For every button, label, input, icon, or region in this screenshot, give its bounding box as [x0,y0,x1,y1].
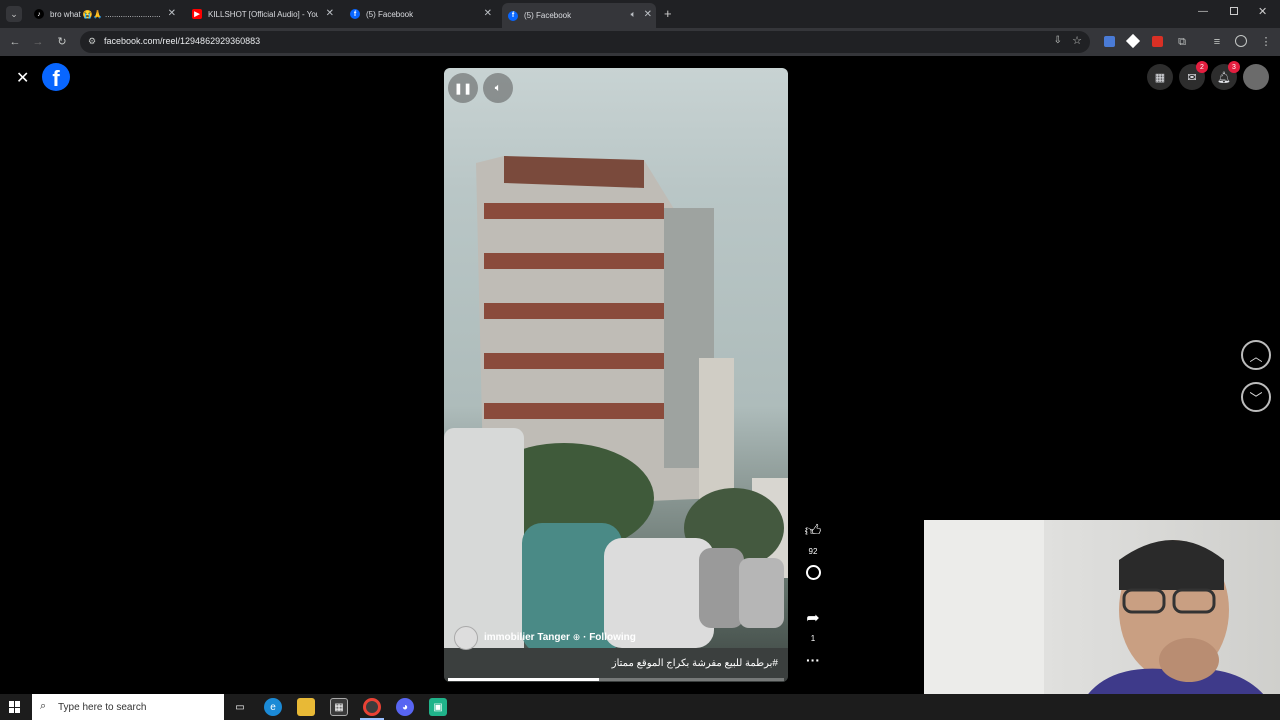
notifications-bell-icon[interactable]: 🔔︎ 3 [1211,61,1240,90]
volume-button[interactable]: 🔈︎ [483,73,513,103]
comment-action[interactable] [800,565,826,585]
author-name[interactable]: immobilier Tanger [484,632,570,643]
bookmark-star-icon[interactable]: ☆ [1072,34,1082,47]
tab-title: (5) Facebook [366,9,414,19]
windows-start-icon[interactable] [9,701,21,713]
file-explorer-icon[interactable] [297,698,315,716]
author-row: immobilier Tanger ⊕ · Following [484,632,636,643]
back-icon[interactable]: ← [9,36,21,48]
edge-icon[interactable]: e [264,698,282,716]
menu-kebab-icon[interactable]: ⋮ [1260,36,1272,48]
translate-extension-icon[interactable] [1104,36,1115,47]
profile-icon[interactable] [1235,35,1247,47]
like-count: 92 [808,547,818,556]
video-frame-image [444,156,788,682]
speaker-icon[interactable]: 🔈︎ [631,9,636,20]
search-icon: ⌕ [40,700,47,712]
task-view-icon[interactable]: ▭ [231,698,249,716]
forward-icon[interactable]: → [32,36,44,48]
address-bar[interactable]: ⚙︎ facebook.com/reel/1294862929360883 ⇩ … [80,31,1090,53]
progress-track[interactable] [448,678,784,681]
comment-bubble-icon[interactable] [805,565,821,580]
separator: · [583,632,587,643]
browser-tab-bar: ⌄ ♪ bro what 😭🙏 ........................… [0,0,1280,28]
extensions-puzzle-icon[interactable]: ⧉ [1176,36,1188,48]
tab-title: KILLSHOT [Official Audio] - You [208,9,318,19]
close-tab-icon[interactable]: ✕ [168,8,176,19]
close-tab-icon[interactable]: ✕ [644,9,652,20]
facebook-logo[interactable]: f [42,63,70,91]
url-text: facebook.com/reel/1294862929360883 [104,36,261,46]
taskbar-search-box[interactable]: ⌕ Type here to search [32,694,224,720]
following-button[interactable]: Following [589,632,636,643]
youtube-icon: ▶ [192,9,202,19]
red-extension-icon[interactable] [1152,36,1163,47]
menu-grid-icon[interactable]: ▦ [1147,64,1173,90]
extension-icon[interactable] [1125,33,1141,49]
tab-facebook-active[interactable]: f (5) Facebook 🔈︎ ✕ [502,3,656,28]
webcam-overlay [924,520,1280,720]
messenger-badge: 2 [1196,61,1208,73]
close-tab-icon[interactable]: ✕ [484,8,492,19]
browser-toolbar: ← → ↻ ⚙︎ facebook.com/reel/1294862929360… [0,28,1280,56]
restore-button[interactable] [1230,7,1238,15]
close-reel-icon[interactable]: ✕ [16,68,29,88]
notifications-badge: 3 [1228,61,1240,73]
close-tab-icon[interactable]: ✕ [326,8,334,19]
share-count: 1 [810,634,816,643]
facebook-icon: f [508,10,518,21]
webcam-person-image [924,520,1280,720]
facebook-icon: f [350,9,360,19]
reel-video[interactable]: ❚❚ 🔈︎ immobilier Tanger ⊕ · Following #ب… [444,68,788,682]
share-arrow-icon[interactable]: ➦ [800,608,826,628]
site-info-icon[interactable]: ⚙︎ [88,36,96,47]
share-action[interactable]: ➦ 1 [800,608,826,646]
globe-icon: ⊕ [572,632,581,642]
minimize-button[interactable]: — [1198,6,1208,17]
tab-title: bro what 😭🙏 ..........................#f… [50,9,160,19]
like-thumb-icon[interactable]: 👍︎ [800,522,826,541]
install-app-icon[interactable]: ⇩ [1054,35,1062,46]
tab-title: (5) Facebook [524,11,572,20]
tab-facebook-1[interactable]: f (5) Facebook ✕ [344,4,496,24]
windows-taskbar: ⌕ Type here to search ▭ e ▦ ◕ ▣ [0,694,1280,720]
store-icon[interactable]: ▦ [330,698,348,716]
more-options-icon[interactable]: ··· [800,652,826,668]
author-avatar[interactable] [454,626,478,650]
next-reel-button[interactable]: ﹀ [1241,382,1271,412]
messenger-icon[interactable]: ✉︎ 2 [1179,61,1208,90]
discord-icon[interactable]: ◕ [396,698,414,716]
tab-youtube[interactable]: ▶ KILLSHOT [Official Audio] - You ✕ [186,4,338,24]
tab-search-icon[interactable]: ⌄ [6,6,22,22]
media-control-icon[interactable]: ≡ [1211,36,1223,48]
pause-button[interactable]: ❚❚ [448,73,478,103]
search-placeholder: Type here to search [58,702,147,713]
reel-caption[interactable]: #برطمة للبيع مفرشة بكراج الموقع ممتاز [612,658,778,669]
like-action[interactable]: 👍︎ 92 [800,522,826,559]
reload-icon[interactable]: ↻ [56,36,68,48]
game-app-icon[interactable]: ▣ [429,698,447,716]
account-avatar[interactable] [1243,64,1269,90]
tab-tiktok[interactable]: ♪ bro what 😭🙏 ..........................… [28,4,180,24]
new-tab-button[interactable]: + [664,6,672,21]
chrome-icon[interactable] [363,698,381,716]
progress-fill [448,678,600,681]
close-window-button[interactable]: ✕ [1258,5,1267,18]
previous-reel-button[interactable]: ︿ [1241,340,1271,370]
tiktok-icon: ♪ [34,9,44,19]
